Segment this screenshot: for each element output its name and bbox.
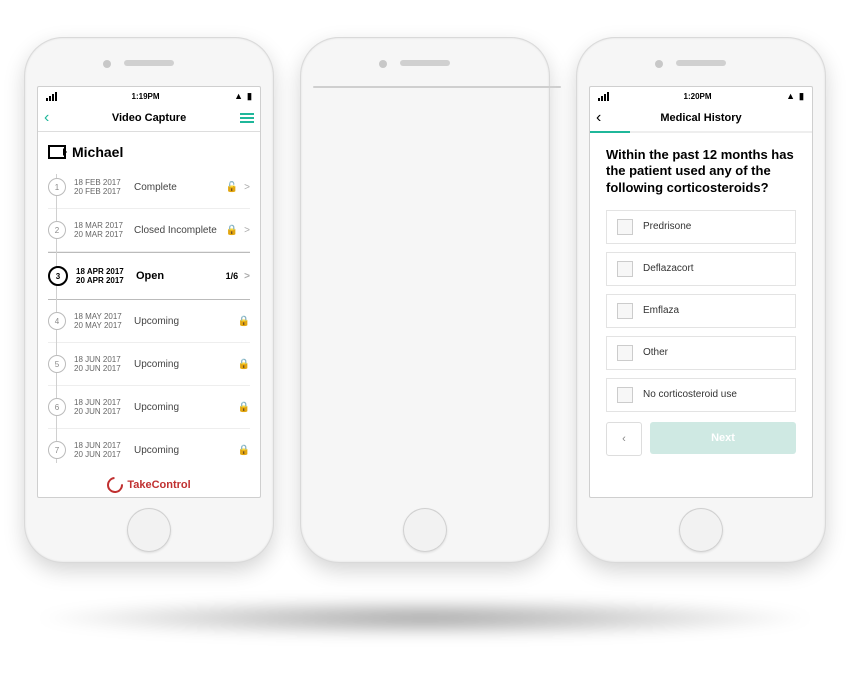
brand-footer: TakeControl <box>48 471 250 498</box>
session-dates: 18 FEB 201720 FEB 2017 <box>74 178 126 196</box>
wifi-icon: ▲ <box>786 91 795 101</box>
session-dates: 18 MAY 201720 MAY 2017 <box>74 312 126 330</box>
status-time: 1:19PM <box>132 92 160 101</box>
step-badge: 6 <box>48 398 66 416</box>
status-bar: 1:20PM ▲ ▮ <box>590 87 812 105</box>
option-row[interactable]: Deflazacort <box>606 252 796 286</box>
session-row[interactable]: 1 18 FEB 201720 FEB 2017 Complete 🔓 > <box>48 166 250 209</box>
page-title: Medical History <box>590 112 812 124</box>
step-badge: 7 <box>48 441 66 459</box>
phone-video-capture: 1:19PM ▲ ▮ ‹ Video Capture Michael <box>25 38 273 562</box>
phone-camera-dot <box>103 60 111 68</box>
step-badge: 4 <box>48 312 66 330</box>
battery-icon: ▮ <box>247 91 252 102</box>
phone-camera-dot <box>655 60 663 68</box>
session-row[interactable]: 7 18 JUN 201720 JUN 2017 Upcoming 🔒 <box>48 429 250 471</box>
session-row[interactable]: 2 18 MAR 201720 MAR 2017 Closed Incomple… <box>48 209 250 252</box>
phone-recording: 1:20PM ▲▮ Standing Up ‹ 00:18 <box>301 38 549 562</box>
step-badge: 1 <box>48 178 66 196</box>
chevron-right-icon: > <box>244 225 250 236</box>
session-row[interactable]: 5 18 JUN 201720 JUN 2017 Upcoming 🔒 <box>48 343 250 386</box>
menu-icon[interactable] <box>240 113 254 123</box>
checkbox[interactable] <box>617 387 633 403</box>
signal-icon <box>46 92 57 101</box>
session-dates: 18 JUN 201720 JUN 2017 <box>74 398 126 416</box>
lock-icon: 🔒 <box>238 316 250 327</box>
wifi-icon: ▲ <box>234 91 243 101</box>
status-bar: 1:19PM ▲ ▮ <box>38 87 260 105</box>
checkbox[interactable] <box>617 219 633 235</box>
back-button[interactable]: ‹ <box>44 109 49 127</box>
session-status: Upcoming <box>134 359 230 370</box>
video-icon <box>48 145 66 159</box>
session-dates: 18 APR 201720 APR 2017 <box>76 267 128 285</box>
step-badge: 2 <box>48 221 66 239</box>
lock-icon: 🔒 <box>238 445 250 456</box>
page-title: Video Capture <box>38 112 260 124</box>
brand-icon <box>104 474 127 497</box>
step-badge: 3 <box>48 266 68 286</box>
chevron-right-icon: > <box>244 271 250 282</box>
checkbox[interactable] <box>617 303 633 319</box>
session-status: Upcoming <box>134 402 230 413</box>
home-button[interactable] <box>403 508 447 552</box>
option-row[interactable]: Other <box>606 336 796 370</box>
session-row-active[interactable]: 3 18 APR 201720 APR 2017 Open 1/6 > <box>48 252 250 300</box>
session-status: Upcoming <box>134 316 230 327</box>
session-timeline: 1 18 FEB 201720 FEB 2017 Complete 🔓 > 2 1… <box>48 166 250 471</box>
checkbox[interactable] <box>617 345 633 361</box>
progress-bar <box>590 131 812 133</box>
checkbox[interactable] <box>617 261 633 277</box>
session-dates: 18 JUN 201720 JUN 2017 <box>74 441 126 459</box>
patient-name: Michael <box>48 144 250 160</box>
session-status: Complete <box>134 182 218 193</box>
phones-shadow <box>30 598 820 638</box>
screen-header: ‹ Video Capture <box>38 105 260 132</box>
session-dates: 18 JUN 201720 JUN 2017 <box>74 355 126 373</box>
lock-icon: 🔒 <box>238 402 250 413</box>
status-time: 1:20PM <box>684 92 712 101</box>
home-button[interactable] <box>679 508 723 552</box>
phone-camera-dot <box>379 60 387 68</box>
session-progress: 1/6 <box>226 271 239 281</box>
session-status: Open <box>136 270 218 282</box>
status-bar: 1:20PM ▲▮ <box>314 87 560 88</box>
session-row[interactable]: 6 18 JUN 201720 JUN 2017 Upcoming 🔒 <box>48 386 250 429</box>
question-text: Within the past 12 months has the patien… <box>606 147 796 196</box>
chevron-right-icon: > <box>244 182 250 193</box>
record-bar: 00:18 <box>314 86 560 87</box>
lock-icon: 🔒 <box>238 359 250 370</box>
session-status: Closed Incomplete <box>134 225 218 236</box>
back-button[interactable]: ‹ <box>596 109 601 127</box>
session-dates: 18 MAR 201720 MAR 2017 <box>74 221 126 239</box>
option-row[interactable]: No corticosteroid use <box>606 378 796 412</box>
session-status: Upcoming <box>134 445 230 456</box>
battery-icon: ▮ <box>799 91 804 102</box>
session-row[interactable]: 4 18 MAY 201720 MAY 2017 Upcoming 🔒 <box>48 300 250 343</box>
prev-button[interactable]: ‹ <box>606 422 642 456</box>
lock-icon: 🔒 <box>226 225 238 236</box>
unlock-icon: 🔓 <box>226 182 238 193</box>
option-row[interactable]: Emflaza <box>606 294 796 328</box>
option-row[interactable]: Predrisone <box>606 210 796 244</box>
phone-medical-history: 1:20PM ▲ ▮ ‹ Medical History Within the p… <box>577 38 825 562</box>
signal-icon <box>598 92 609 101</box>
home-button[interactable] <box>127 508 171 552</box>
step-badge: 5 <box>48 355 66 373</box>
screen-header: ‹ Medical History <box>590 105 812 131</box>
next-button[interactable]: Next <box>650 422 796 454</box>
